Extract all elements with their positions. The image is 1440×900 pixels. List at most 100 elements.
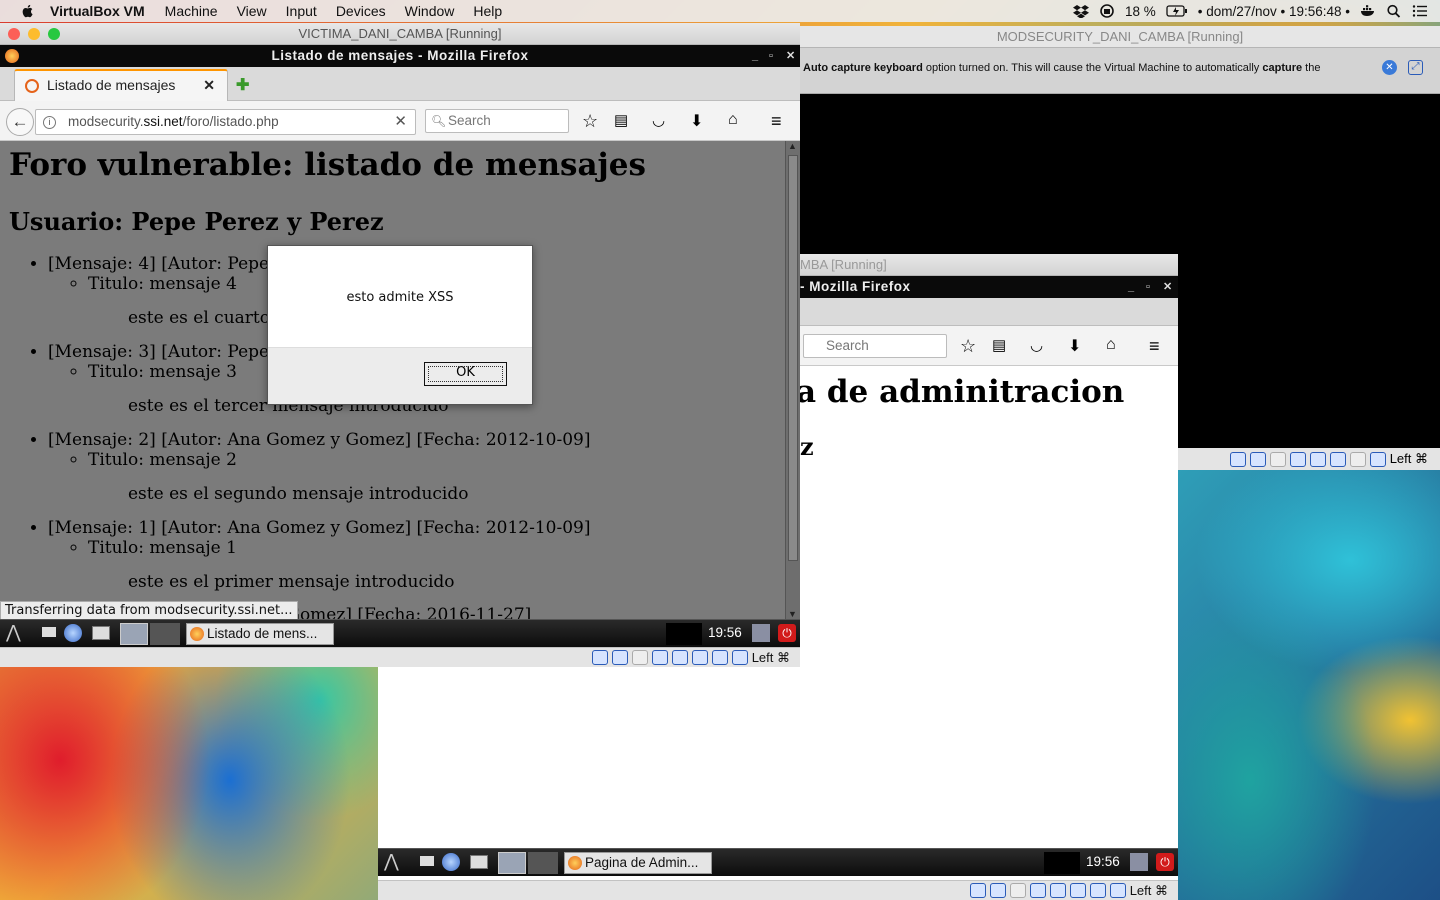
network-status-icon[interactable] <box>651 650 668 665</box>
vm-titlebar[interactable]: MODSECURITY_DANI_CAMBA [Running] <box>800 26 1440 48</box>
desktop-switch-icon[interactable] <box>470 855 488 869</box>
taskbar-clock[interactable]: 19:56 <box>708 625 742 640</box>
menu-hamburger-icon[interactable]: ≡ <box>1149 336 1169 356</box>
home-icon[interactable]: ⌂ <box>1106 336 1126 356</box>
notification-center-icon[interactable] <box>1412 4 1428 18</box>
menu-input[interactable]: Input <box>286 3 317 19</box>
docker-icon[interactable] <box>1360 4 1376 18</box>
host-key-label: Left ⌘ <box>751 649 790 665</box>
bookmark-star-icon[interactable]: ☆ <box>582 111 602 131</box>
bookmark-star-icon[interactable]: ☆ <box>960 336 980 356</box>
optical-status-icon[interactable] <box>1249 451 1266 467</box>
app-menu[interactable]: VirtualBox VM <box>50 3 145 19</box>
spotlight-search-icon[interactable] <box>1386 4 1402 18</box>
desktop-switch-icon[interactable] <box>92 626 110 640</box>
dropbox-icon[interactable] <box>1072 4 1089 18</box>
browser-launcher-icon[interactable] <box>442 853 460 871</box>
apple-icon[interactable] <box>20 3 36 19</box>
menu-help[interactable]: Help <box>473 3 502 19</box>
browser-launcher-icon[interactable] <box>64 624 82 642</box>
firefox-titlebar[interactable]: Listado de mensajes - Mozilla Firefox _ … <box>0 45 800 67</box>
pocket-icon[interactable]: ◡ <box>1030 336 1050 356</box>
scroll-down-arrow[interactable]: ▼ <box>788 609 797 619</box>
firefox-icon <box>190 627 204 641</box>
menu-hamburger-icon[interactable]: ≡ <box>771 111 791 131</box>
start-menu-icon[interactable]: ⋀ <box>6 622 21 643</box>
downloads-icon[interactable]: ⬇ <box>690 111 710 131</box>
audio-status-icon[interactable] <box>1269 451 1286 467</box>
shared-folder-status-icon[interactable] <box>691 650 708 665</box>
start-menu-icon[interactable]: ⋀ <box>384 851 399 872</box>
ok-button[interactable]: OK <box>424 362 507 386</box>
taskbar-clock[interactable]: 19:56 <box>1086 854 1120 869</box>
optical-status-icon[interactable] <box>989 883 1006 898</box>
network-tray-icon[interactable] <box>1130 853 1148 871</box>
minimize-window-button[interactable] <box>28 28 40 40</box>
scrollbar-thumb[interactable] <box>788 155 798 561</box>
minimize-icon[interactable]: _ <box>752 45 759 67</box>
hdd-status-icon[interactable] <box>591 650 608 665</box>
hdd-status-icon[interactable] <box>1229 451 1246 467</box>
usb-status-icon[interactable] <box>671 650 688 665</box>
reading-list-icon[interactable]: ▤ <box>992 336 1012 356</box>
new-tab-icon[interactable]: ✚ <box>236 75 249 95</box>
firefox-launcher-icon[interactable] <box>498 852 526 874</box>
menu-devices[interactable]: Devices <box>336 3 386 19</box>
usb-status-icon[interactable] <box>1049 883 1066 898</box>
home-icon[interactable]: ⌂ <box>728 111 748 131</box>
reading-list-icon[interactable]: ▤ <box>614 111 634 131</box>
video-capture-icon[interactable] <box>1349 451 1366 467</box>
shared-folder-status-icon[interactable] <box>1329 451 1346 467</box>
power-icon[interactable]: ⏻ <box>1156 853 1174 871</box>
downloads-icon[interactable]: ⬇ <box>1068 336 1088 356</box>
close-window-button[interactable] <box>8 28 20 40</box>
audio-status-icon[interactable] <box>631 650 648 665</box>
mouse-integration-icon[interactable] <box>731 650 748 665</box>
tab-listado[interactable]: Listado de mensajes ✕ <box>14 69 228 101</box>
search-input[interactable]: 🔍︎ Search <box>425 109 569 133</box>
mouse-integration-icon[interactable] <box>1109 883 1126 898</box>
taskbar-window-admin[interactable]: Pagina de Admin... <box>564 852 712 874</box>
audio-status-icon[interactable] <box>1009 883 1026 898</box>
maximize-icon[interactable]: ▫ <box>769 45 773 67</box>
firefox-launcher-icon[interactable] <box>120 623 148 645</box>
mouse-integration-icon[interactable] <box>1369 451 1386 467</box>
stop-loading-icon[interactable]: ✕ <box>394 110 407 134</box>
vpn-icon[interactable] <box>1099 4 1115 18</box>
page-scrollbar[interactable]: ▲ ▼ <box>785 141 800 619</box>
notice-info-icon[interactable]: ✕ <box>1382 60 1397 75</box>
vm-statusbar: Left ⌘ <box>0 647 800 667</box>
close-icon[interactable]: ✕ <box>786 45 796 67</box>
back-arrow-icon[interactable]: ← <box>6 108 34 136</box>
shared-folder-status-icon[interactable] <box>1069 883 1086 898</box>
menu-window[interactable]: Window <box>405 3 455 19</box>
xss-alert-dialog: esto admite XSS OK <box>267 245 533 405</box>
minimize-all-icon[interactable] <box>420 856 434 866</box>
firefox-icon <box>568 856 582 870</box>
search-input-back[interactable]: Search <box>803 334 947 358</box>
site-info-icon[interactable]: i <box>43 116 56 129</box>
tab-close-icon[interactable]: ✕ <box>203 71 215 99</box>
network-status-icon[interactable] <box>1029 883 1046 898</box>
zoom-window-button[interactable] <box>48 28 60 40</box>
menu-view[interactable]: View <box>237 3 267 19</box>
video-capture-icon[interactable] <box>711 650 728 665</box>
power-icon[interactable]: ⏻ <box>778 624 796 642</box>
scroll-up-arrow[interactable]: ▲ <box>788 141 797 151</box>
pocket-icon[interactable]: ◡ <box>652 111 672 131</box>
menu-machine[interactable]: Machine <box>165 3 218 19</box>
notice-dismiss-icon[interactable]: ⤢ <box>1408 60 1423 75</box>
vm-titlebar[interactable]: VICTIMA_DANI_CAMBA [Running] <box>0 23 800 45</box>
video-capture-icon[interactable] <box>1089 883 1106 898</box>
url-domain: ssi.net <box>143 114 183 129</box>
taskbar-window-listado[interactable]: Listado de mens... <box>186 623 334 645</box>
battery-icon[interactable] <box>1166 4 1188 18</box>
usb-status-icon[interactable] <box>1309 451 1326 467</box>
datetime[interactable]: • dom/27/nov • 19:56:48 • <box>1198 4 1350 19</box>
optical-status-icon[interactable] <box>611 650 628 665</box>
network-status-icon[interactable] <box>1289 451 1306 467</box>
minimize-all-icon[interactable] <box>42 627 56 637</box>
network-tray-icon[interactable] <box>752 624 770 642</box>
url-bar[interactable]: i modsecurity.ssi.net/foro/listado.php ✕ <box>35 109 416 135</box>
hdd-status-icon[interactable] <box>969 883 986 898</box>
